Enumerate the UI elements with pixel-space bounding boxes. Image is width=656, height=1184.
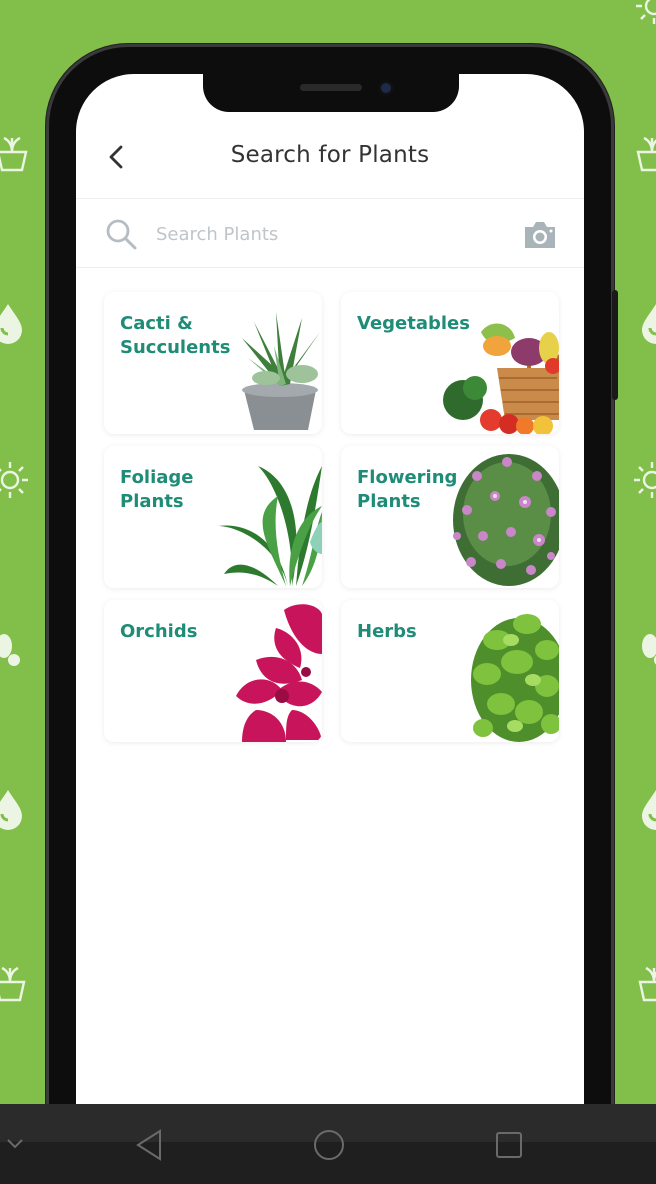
- gardening-tool-icon: [642, 634, 656, 665]
- category-label: Orchids: [120, 621, 198, 642]
- pot-plant-icon: [636, 136, 656, 172]
- water-drop-icon: [0, 790, 22, 830]
- system-navigation-bar: [0, 1104, 656, 1184]
- category-card-herbs[interactable]: Herbs: [341, 600, 559, 742]
- page-title: Search for Plants: [230, 142, 430, 168]
- home-circle-icon[interactable]: [312, 1128, 346, 1162]
- pot-plant-icon: [0, 966, 26, 1002]
- category-card-orchids[interactable]: Orchids: [104, 600, 322, 742]
- app-screen: Search for Plants Cacti & Succulents: [76, 74, 584, 1144]
- recents-square-icon[interactable]: [494, 1130, 524, 1160]
- category-card-flowering-plants[interactable]: Flowering Plants: [341, 446, 559, 588]
- category-label: Vegetables: [357, 313, 470, 334]
- category-label: Flowering Plants: [357, 467, 458, 512]
- water-drop-icon: [642, 304, 656, 344]
- search-icon: [106, 219, 137, 250]
- sun-icon: [0, 462, 28, 498]
- gardening-tool-icon: [0, 634, 20, 666]
- category-card-foliage-plants[interactable]: Foliage Plants: [104, 446, 322, 588]
- phone-notch: [203, 72, 459, 112]
- back-triangle-icon[interactable]: [134, 1128, 164, 1162]
- sun-icon: [634, 462, 656, 498]
- category-card-vegetables[interactable]: Vegetables: [341, 292, 559, 434]
- sun-icon: [636, 0, 656, 24]
- phone-speaker: [300, 84, 362, 91]
- phone-side-button: [612, 290, 618, 400]
- camera-icon[interactable]: [522, 219, 558, 251]
- search-input[interactable]: [154, 216, 498, 252]
- search-bar: [76, 198, 584, 268]
- chevron-down-icon[interactable]: [4, 1136, 26, 1152]
- front-camera: [379, 81, 393, 95]
- water-drop-icon: [0, 304, 22, 344]
- water-drop-icon: [642, 790, 656, 830]
- pot-plant-icon: [638, 966, 656, 1002]
- category-label: Foliage Plants: [120, 467, 194, 512]
- category-card-cacti-succulents[interactable]: Cacti & Succulents: [104, 292, 322, 434]
- category-label: Cacti & Succulents: [120, 313, 231, 358]
- pot-plant-icon: [0, 136, 28, 172]
- category-label: Herbs: [357, 621, 417, 642]
